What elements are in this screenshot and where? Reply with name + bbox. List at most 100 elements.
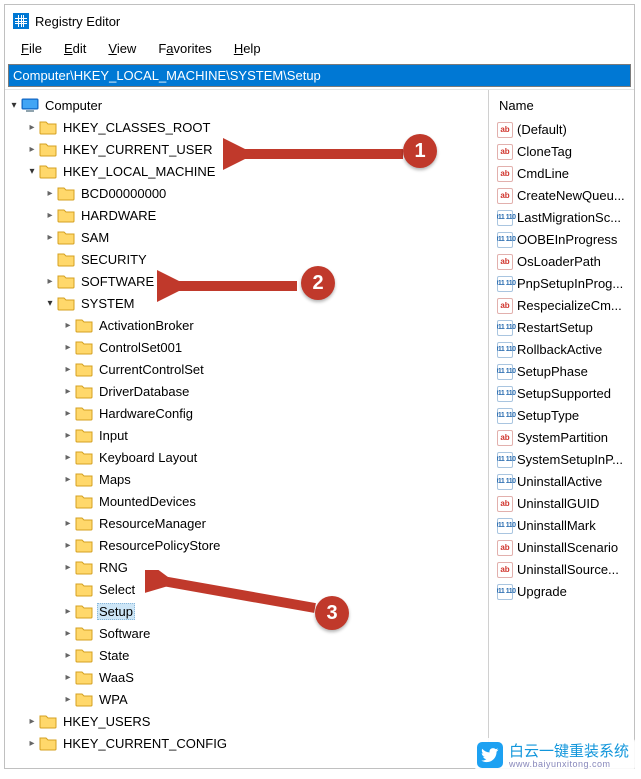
tree-input[interactable]: ▸Input xyxy=(61,424,488,446)
value-row[interactable]: abUninstallSource... xyxy=(497,559,634,581)
expand-icon[interactable]: ▸ xyxy=(61,650,75,661)
value-row[interactable]: 011 110OOBEInProgress xyxy=(497,229,634,251)
tree-hkcr[interactable]: ▸HKEY_CLASSES_ROOT xyxy=(25,116,488,138)
address-bar[interactable]: Computer\HKEY_LOCAL_MACHINE\SYSTEM\Setup xyxy=(8,64,631,87)
value-row[interactable]: abUninstallScenario xyxy=(497,537,634,559)
folder-icon xyxy=(75,691,93,707)
menu-help[interactable]: Help xyxy=(224,39,271,58)
value-row[interactable]: abCreateNewQueu... xyxy=(497,185,634,207)
expand-icon[interactable]: ▸ xyxy=(43,188,57,199)
expand-icon[interactable]: ▸ xyxy=(61,518,75,529)
expand-icon[interactable]: ▸ xyxy=(25,716,39,727)
expand-icon[interactable]: ▾ xyxy=(7,100,21,111)
expand-icon[interactable]: ▸ xyxy=(61,474,75,485)
folder-icon xyxy=(57,273,75,289)
folder-icon xyxy=(75,405,93,421)
tree-security[interactable]: SECURITY xyxy=(43,248,488,270)
value-row[interactable]: abOsLoaderPath xyxy=(497,251,634,273)
expand-icon[interactable]: ▸ xyxy=(61,408,75,419)
value-row[interactable]: 011 110SetupSupported xyxy=(497,383,634,405)
tree-rng[interactable]: ▸RNG xyxy=(61,556,488,578)
tree-hku[interactable]: ▸HKEY_USERS xyxy=(25,710,488,732)
value-row[interactable]: abSystemPartition xyxy=(497,427,634,449)
expand-icon[interactable]: ▾ xyxy=(25,166,39,177)
menu-file[interactable]: File xyxy=(11,39,52,58)
value-row[interactable]: 011 110UninstallActive xyxy=(497,471,634,493)
expand-icon[interactable]: ▸ xyxy=(25,738,39,749)
tree-currentcontrolset[interactable]: ▸CurrentControlSet xyxy=(61,358,488,380)
value-row[interactable]: 011 110RestartSetup xyxy=(497,317,634,339)
tree-select[interactable]: Select xyxy=(61,578,488,600)
tree-system[interactable]: ▾SYSTEM xyxy=(43,292,488,314)
tree-hardwareconfig[interactable]: ▸ HardwareConfig xyxy=(61,402,488,424)
value-row[interactable]: ab(Default) xyxy=(497,119,634,141)
expand-icon[interactable]: ▸ xyxy=(61,672,75,683)
expand-icon[interactable]: ▸ xyxy=(61,628,75,639)
expand-icon[interactable]: ▸ xyxy=(61,386,75,397)
menu-favorites[interactable]: Favorites xyxy=(148,39,221,58)
tree-label: HardwareConfig xyxy=(97,406,195,421)
tree-driverdatabase[interactable]: ▸DriverDatabase xyxy=(61,380,488,402)
value-row[interactable]: abCloneTag xyxy=(497,141,634,163)
folder-icon xyxy=(75,339,93,355)
tree-bcd[interactable]: ▸BCD00000000 xyxy=(43,182,488,204)
expand-icon[interactable]: ▸ xyxy=(61,540,75,551)
tree-resourcemanager[interactable]: ▸ResourceManager xyxy=(61,512,488,534)
value-row[interactable]: abRespecializeCm... xyxy=(497,295,634,317)
value-name: SetupSupported xyxy=(517,384,611,404)
values-pane[interactable]: Name ab(Default)abCloneTagabCmdLineabCre… xyxy=(488,90,634,768)
value-row[interactable]: 011 110SetupPhase xyxy=(497,361,634,383)
expand-icon[interactable]: ▸ xyxy=(61,364,75,375)
string-value-icon: ab xyxy=(497,298,513,314)
tree-keyboardlayout[interactable]: ▸Keyboard Layout xyxy=(61,446,488,468)
column-header-name[interactable]: Name xyxy=(497,96,634,119)
tree-hkcc[interactable]: ▸ HKEY_CURRENT_CONFIG xyxy=(25,732,488,754)
tree-controlset001[interactable]: ▸ControlSet001 xyxy=(61,336,488,358)
tree-root-computer[interactable]: ▾ Computer xyxy=(7,94,488,116)
value-row[interactable]: 011 110PnpSetupInProg... xyxy=(497,273,634,295)
expand-icon[interactable]: ▸ xyxy=(25,122,39,133)
expand-icon[interactable]: ▾ xyxy=(43,298,57,309)
expand-icon[interactable]: ▸ xyxy=(61,562,75,573)
expand-icon[interactable]: ▸ xyxy=(43,232,57,243)
tree-hklm[interactable]: ▾HKEY_LOCAL_MACHINE xyxy=(25,160,488,182)
tree-hardware[interactable]: ▸HARDWARE xyxy=(43,204,488,226)
expand-icon[interactable]: ▸ xyxy=(43,276,57,287)
expand-icon[interactable]: ▸ xyxy=(43,210,57,221)
tree-waas[interactable]: ▸WaaS xyxy=(61,666,488,688)
value-row[interactable]: 011 110LastMigrationSc... xyxy=(497,207,634,229)
menu-edit[interactable]: Edit xyxy=(54,39,96,58)
expand-icon[interactable]: ▸ xyxy=(61,606,75,617)
tree-maps[interactable]: ▸Maps xyxy=(61,468,488,490)
tree-mounteddevices[interactable]: MountedDevices xyxy=(61,490,488,512)
tree-activationbroker[interactable]: ▸ActivationBroker xyxy=(61,314,488,336)
expand-icon[interactable]: ▸ xyxy=(61,452,75,463)
bird-icon xyxy=(477,742,503,768)
tree-pane[interactable]: ▾ Computer ▸HKEY_CLASSES_ROOT ▸HKEY_CURR… xyxy=(5,90,488,768)
menu-view[interactable]: View xyxy=(98,39,146,58)
expand-icon[interactable]: ▸ xyxy=(25,144,39,155)
tree-sam[interactable]: ▸SAM xyxy=(43,226,488,248)
tree-hkcu[interactable]: ▸HKEY_CURRENT_USER xyxy=(25,138,488,160)
value-row[interactable]: abUninstallGUID xyxy=(497,493,634,515)
expand-icon[interactable]: ▸ xyxy=(61,430,75,441)
value-row[interactable]: 011 110RollbackActive xyxy=(497,339,634,361)
expand-icon[interactable]: ▸ xyxy=(61,342,75,353)
content-area: ▾ Computer ▸HKEY_CLASSES_ROOT ▸HKEY_CURR… xyxy=(5,89,634,768)
tree-software2[interactable]: ▸Software xyxy=(61,622,488,644)
tree-setup[interactable]: ▸Setup xyxy=(61,600,488,622)
tree-label: HKEY_CURRENT_CONFIG xyxy=(61,736,229,751)
tree-state[interactable]: ▸State xyxy=(61,644,488,666)
folder-icon xyxy=(75,603,93,619)
expand-icon[interactable]: ▸ xyxy=(61,320,75,331)
value-row[interactable]: 011 110SetupType xyxy=(497,405,634,427)
value-name: SetupPhase xyxy=(517,362,588,382)
tree-software[interactable]: ▸SOFTWARE xyxy=(43,270,488,292)
expand-icon[interactable]: ▸ xyxy=(61,694,75,705)
tree-resourcepolicystore[interactable]: ▸ResourcePolicyStore xyxy=(61,534,488,556)
value-row[interactable]: abCmdLine xyxy=(497,163,634,185)
tree-wpa[interactable]: ▸WPA xyxy=(61,688,488,710)
value-row[interactable]: 011 110Upgrade xyxy=(497,581,634,603)
value-row[interactable]: 011 110SystemSetupInP... xyxy=(497,449,634,471)
value-row[interactable]: 011 110UninstallMark xyxy=(497,515,634,537)
